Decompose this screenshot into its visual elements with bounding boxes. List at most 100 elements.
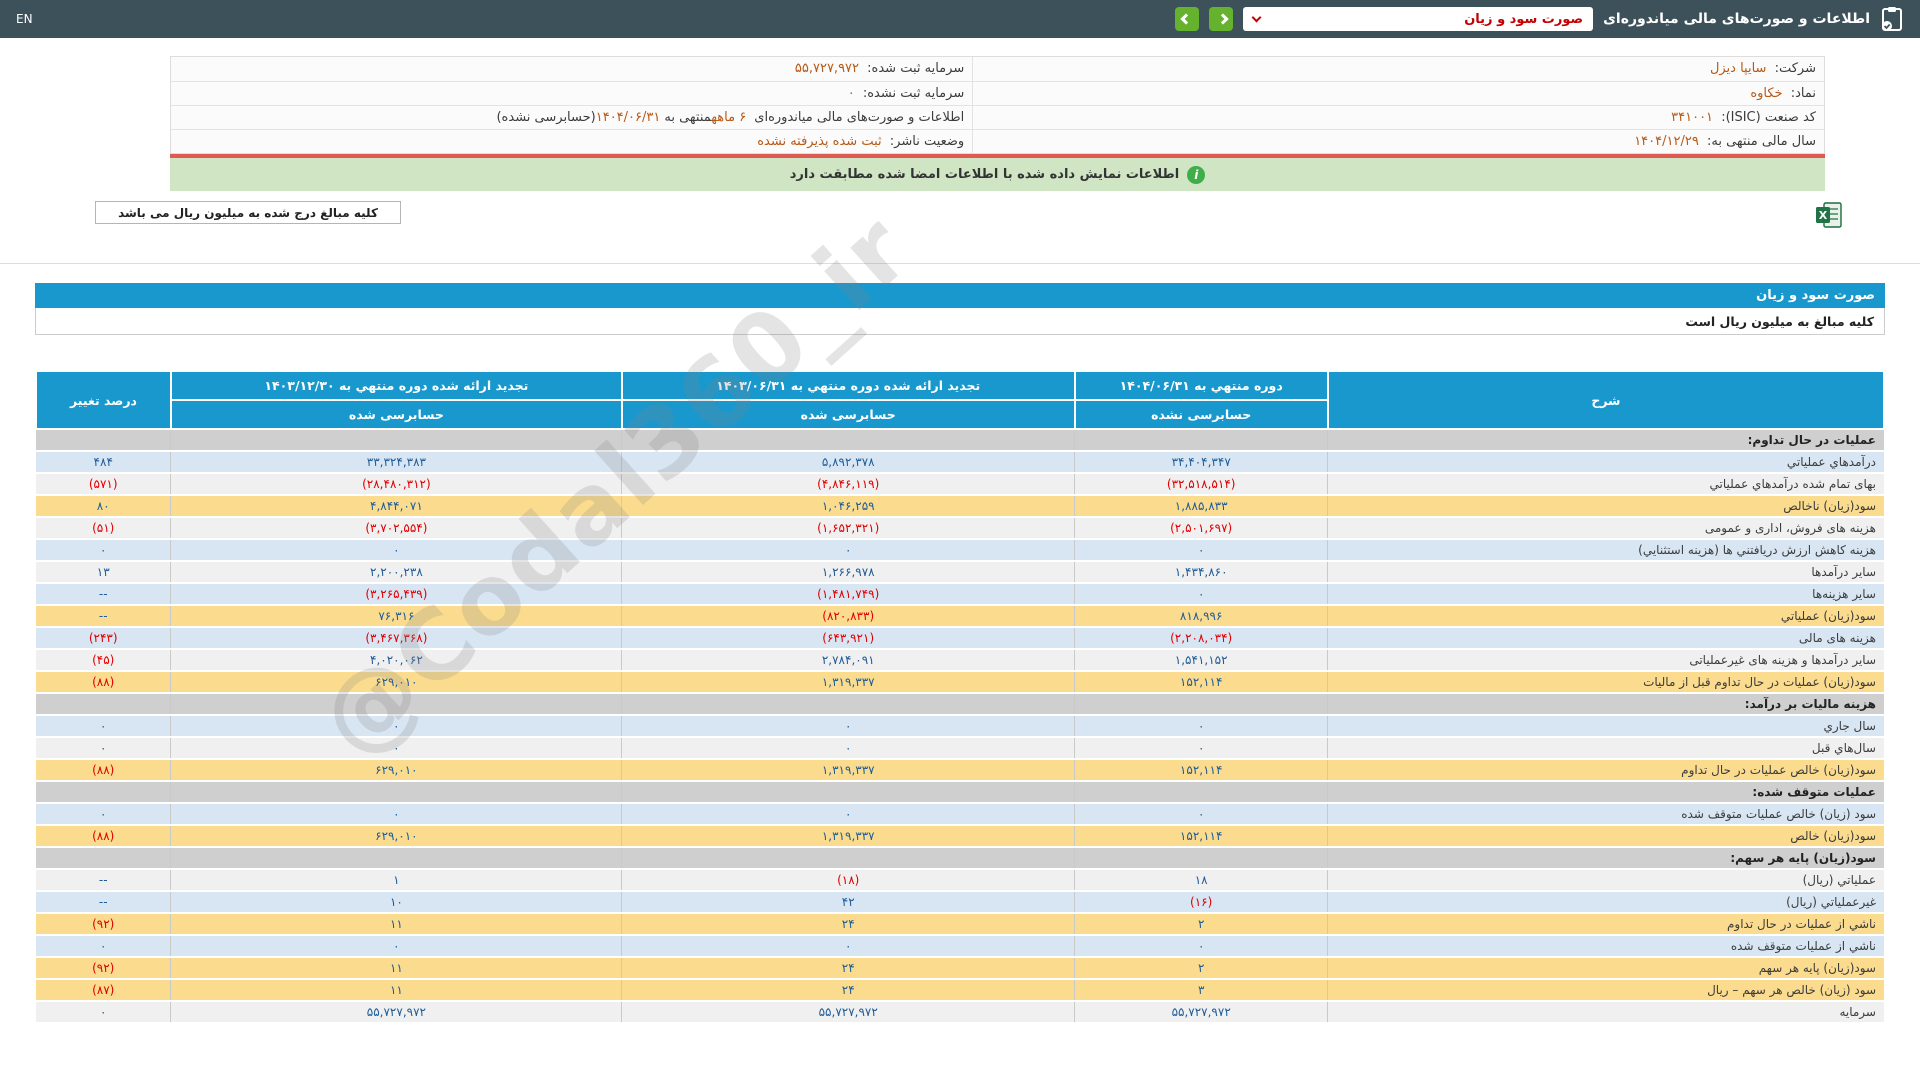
row-value: ۱۰ xyxy=(170,891,622,914)
table-row: سایر درآمدها ۱,۴۳۴,۸۶۰ ۱,۲۶۶,۹۷۸ ۲,۲۰۰,۲۳۸ ۱… xyxy=(36,561,1884,584)
company-value: سایپا دیزل xyxy=(1709,61,1767,77)
row-value: ۱۱ xyxy=(170,979,622,1002)
table-row: سود (زیان) خالص عملیات متوقف شده ۰ ۰ ۰ ۰ xyxy=(36,803,1884,826)
row-value: ۴,۰۲۰,۰۶۲ xyxy=(170,649,622,672)
company-label: شرکت: xyxy=(1774,61,1816,77)
row-label: سود(زیان) پایه هر سهم: xyxy=(1327,847,1884,870)
info-row: شرکت: سایپا دیزل سرمایه ثبت شده: ۵۵,۷۲۷,… xyxy=(171,57,1824,82)
row-value: ۸۰ xyxy=(36,495,171,518)
table-row: سایر هزینه‌ها ۰ (۱,۴۸۱,۷۴۹) (۳,۲۶۵,۴۳۹) -- xyxy=(36,583,1884,606)
row-value: (۳۲,۵۱۸,۵۱۴) xyxy=(1074,473,1328,496)
row-value xyxy=(1074,693,1328,716)
row-value: ۱۸ xyxy=(1074,869,1328,892)
row-value: ۱۵۲,۱۱۴ xyxy=(1074,825,1328,848)
previous-statement-button[interactable] xyxy=(1175,7,1200,31)
excel-export-icon[interactable]: X xyxy=(1815,201,1843,229)
chevron-left-icon xyxy=(1179,13,1192,25)
info-row: کد صنعت (ISIC): ۳۴۱۰۰۱ اطلاعات و صورت‌ها… xyxy=(171,105,1824,130)
top-navigation-bar: اطلاعات و صورت‌های مالی میاندوره‌ای صورت… xyxy=(0,0,1920,38)
row-label: ناشي از عملیات در حال تداوم xyxy=(1327,913,1884,936)
table-row: غیرعملیاتي (ریال) (۱۶) ۴۲ ۱۰ -- xyxy=(36,891,1884,914)
statement-type-selected-value: صورت سود و زیان xyxy=(1464,11,1584,27)
unit-note-box: کلیه مبالغ درج شده به میلیون ریال می باش… xyxy=(95,201,401,224)
next-statement-button[interactable] xyxy=(1209,7,1234,31)
row-value xyxy=(1074,781,1328,804)
page-title: اطلاعات و صورت‌های مالی میاندوره‌ای xyxy=(1603,11,1870,27)
row-label: درآمدهاي عملیاتي xyxy=(1327,451,1884,474)
row-value: ۱,۳۱۹,۳۳۷ xyxy=(621,671,1075,694)
row-value: ۱,۴۳۴,۸۶۰ xyxy=(1074,561,1328,584)
row-value: ۶۲۹,۰۱۰ xyxy=(170,759,622,782)
income-statement-table: شرح دوره منتهي به ۱۴۰۴/۰۶/۳۱ تجدید ارائه… xyxy=(35,370,1886,1024)
row-value: ۸۱۸,۹۹۶ xyxy=(1074,605,1328,628)
row-value: ۳ xyxy=(1074,979,1328,1002)
row-value: ۰ xyxy=(1074,539,1328,562)
row-label: سایر هزینه‌ها xyxy=(1327,583,1884,606)
row-value: ۱۱ xyxy=(170,957,622,980)
row-value: ۱,۵۴۱,۱۵۲ xyxy=(1074,649,1328,672)
row-value: ۰ xyxy=(170,539,622,562)
signature-match-text: اطلاعات نمایش داده شده با اطلاعات امضا ش… xyxy=(789,167,1180,182)
row-label: هزینه های مالی xyxy=(1327,627,1884,650)
row-label: سود(زیان) عملیات در حال تداوم قبل از مال… xyxy=(1327,671,1884,694)
row-value: ۰ xyxy=(1074,737,1328,760)
fiscal-year-value: ۱۴۰۴/۱۲/۲۹ xyxy=(1634,133,1699,149)
row-value: ۰ xyxy=(1074,583,1328,606)
row-value: ۱۱ xyxy=(170,913,622,936)
ticker-value: خکاوه xyxy=(1750,85,1783,101)
ticker-label: نماد: xyxy=(1790,85,1816,101)
row-value: (۸۸) xyxy=(36,671,171,694)
row-value: (۲۴۳) xyxy=(36,627,171,650)
company-name-cell: شرکت: سایپا دیزل xyxy=(972,57,1824,82)
row-value xyxy=(36,847,171,870)
row-value: ۲۴ xyxy=(621,979,1075,1002)
row-value: ۰ xyxy=(170,737,622,760)
row-value: (۵۱) xyxy=(36,517,171,540)
row-label: بهای تمام شده درآمدهاي عملیاتي xyxy=(1327,473,1884,496)
row-value: (۵۷۱) xyxy=(36,473,171,496)
period-end-date: ۱۴۰۴/۰۶/۳۱ xyxy=(595,109,661,125)
chevron-right-icon xyxy=(1216,13,1229,25)
row-value xyxy=(170,781,622,804)
section-row: عملیات در حال تداوم: xyxy=(36,429,1884,452)
section-row: عملیات متوقف شده: xyxy=(36,781,1884,804)
row-value: ۲۴ xyxy=(621,913,1075,936)
row-value: (۲,۲۰۸,۰۳۴) xyxy=(1074,627,1328,650)
issuer-status-label: وضعیت ناشر: xyxy=(889,133,965,149)
row-value: ۴,۸۴۴,۰۷۱ xyxy=(170,495,622,518)
subheader-audited: حسابرسی شده xyxy=(620,399,1076,430)
subheader-unaudited: حسابرسی نشده xyxy=(1073,399,1329,430)
info-icon: i xyxy=(1187,165,1206,184)
row-value: ۳۳,۳۲۴,۳۸۳ xyxy=(170,451,622,474)
row-value: (۳,۴۶۷,۳۶۸) xyxy=(170,627,622,650)
column-header-current-period: دوره منتهي به ۱۴۰۴/۰۶/۳۱ xyxy=(1073,370,1329,401)
row-value: ۵۵,۷۲۷,۹۷۲ xyxy=(621,1001,1075,1024)
row-value: ۱,۳۱۹,۳۳۷ xyxy=(621,825,1075,848)
row-value: ۱,۲۶۶,۹۷۸ xyxy=(621,561,1075,584)
table-row: هزینه کاهش ارزش دریافتني ها (هزینه استثن… xyxy=(36,539,1884,562)
row-value: ۶۲۹,۰۱۰ xyxy=(170,825,622,848)
language-switch-en[interactable]: EN xyxy=(16,12,33,26)
table-row: عملیاتي (ریال) ۱۸ (۱۸) ۱ -- xyxy=(36,869,1884,892)
row-value: ۲ xyxy=(1074,913,1328,936)
statement-type-dropdown[interactable]: صورت سود و زیان xyxy=(1243,7,1594,31)
table-row: سود (زیان) خالص هر سهم – ریال ۳ ۲۴ ۱۱ (۸۷) xyxy=(36,979,1884,1002)
row-label: ناشي از عملیات متوقف شده xyxy=(1327,935,1884,958)
row-value: ۰ xyxy=(621,737,1075,760)
row-value xyxy=(621,429,1075,452)
table-row: سرمایه ۵۵,۷۲۷,۹۷۲ ۵۵,۷۲۷,۹۷۲ ۵۵,۷۲۷,۹۷۲ ۰ xyxy=(36,1001,1884,1024)
row-value: ۰ xyxy=(170,803,622,826)
row-value: ۰ xyxy=(170,935,622,958)
row-value xyxy=(1074,847,1328,870)
row-value: ۰ xyxy=(1074,803,1328,826)
row-value: ۳۴,۴۰۴,۳۴۷ xyxy=(1074,451,1328,474)
row-value: ۰ xyxy=(36,539,171,562)
period-description-cell: اطلاعات و صورت‌های مالی میاندوره‌ای ۶ ما… xyxy=(171,105,973,130)
table-row: سود(زیان) خالص ۱۵۲,۱۱۴ ۱,۳۱۹,۳۳۷ ۶۲۹,۰۱۰ (۸۸… xyxy=(36,825,1884,848)
row-value xyxy=(36,781,171,804)
table-row: هزینه های فروش، اداری و عمومی (۲,۵۰۱,۶۹۷)… xyxy=(36,517,1884,540)
table-row: سود(زیان) پایه هر سهم ۲ ۲۴ ۱۱ (۹۲) xyxy=(36,957,1884,980)
page: { "colors": { "topbar_bg": "#3d515a", "a… xyxy=(0,0,1920,1080)
table-row: سود(زیان) عملیات در حال تداوم قبل از مال… xyxy=(36,671,1884,694)
fiscal-year-cell: سال مالی منتهی به: ۱۴۰۴/۱۲/۲۹ xyxy=(972,129,1824,153)
